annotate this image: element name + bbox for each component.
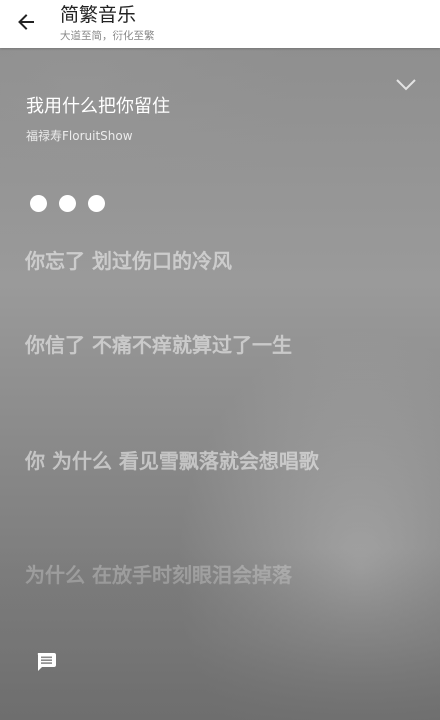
app-screen: 简繁音乐 大道至简，衍化至繁 我用什么把你留住 福禄寿FloruitShow 你…: [0, 0, 440, 720]
song-artist: 福禄寿FloruitShow: [26, 129, 133, 143]
lyrics-player: 我用什么把你留住 福禄寿FloruitShow 你忘了 划过伤口的冷风 你信了 …: [0, 48, 440, 720]
lyric-line[interactable]: 你 为什么 看见雪飘落就会想唱歌: [25, 444, 325, 478]
arrow-left-icon: [16, 12, 36, 36]
top-app-bar: 简繁音乐 大道至简，衍化至繁: [0, 0, 440, 48]
comment-button[interactable]: [33, 652, 59, 676]
lyric-line[interactable]: 为什么 在放手时刻眼泪会掉落: [25, 558, 325, 592]
loading-dot: [30, 195, 47, 212]
chevron-down-icon: [395, 77, 417, 96]
lyric-line[interactable]: 你信了 不痛不痒就算过了一生: [25, 328, 325, 362]
app-title: 简繁音乐: [60, 4, 137, 26]
lyric-line[interactable]: 你忘了 划过伤口的冷风: [25, 244, 325, 278]
collapse-button[interactable]: [392, 74, 420, 98]
app-subtitle: 大道至简，衍化至繁: [60, 30, 155, 42]
loading-dot: [59, 195, 76, 212]
loading-dots: [30, 195, 105, 212]
comment-icon: [35, 652, 57, 676]
song-title: 我用什么把你留住: [26, 96, 170, 117]
back-button[interactable]: [8, 6, 44, 42]
loading-dot: [88, 195, 105, 212]
